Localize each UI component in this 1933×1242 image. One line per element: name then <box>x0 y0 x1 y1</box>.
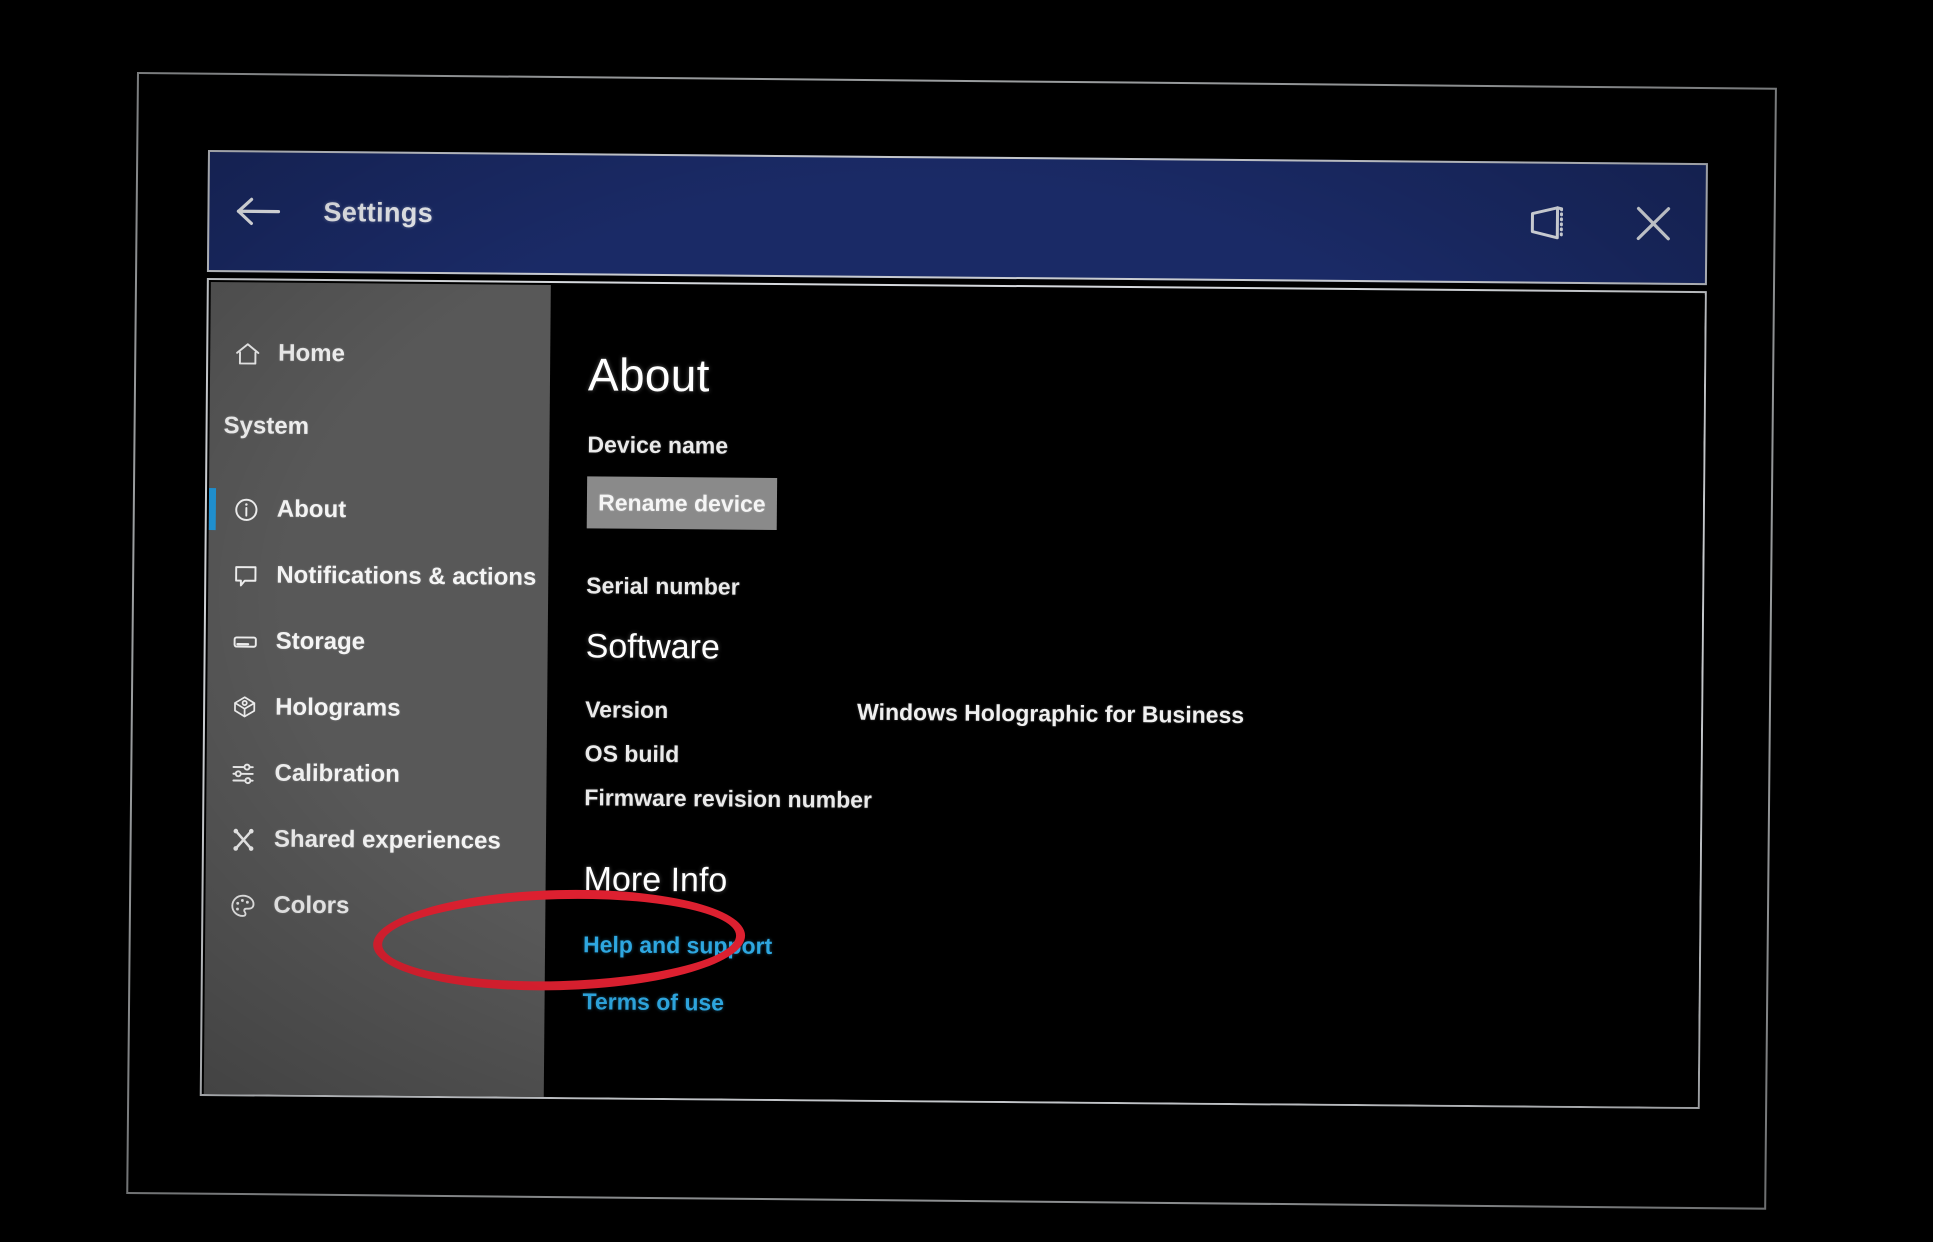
rename-device-button[interactable]: Rename device <box>586 476 778 530</box>
sidebar-item-label: Storage <box>275 627 366 656</box>
os-build-label: OS build <box>584 740 680 768</box>
titlebar-spacer <box>433 213 1497 222</box>
version-label: Version <box>585 696 669 724</box>
version-value: Windows Holographic for Business <box>857 698 1245 729</box>
window-body: Home System About Notifications & action… <box>199 277 1707 1163</box>
holograms-icon <box>231 694 275 721</box>
sidebar-item-label: Notifications & actions <box>276 561 537 591</box>
sidebar-group-label-system: System <box>223 412 310 440</box>
sliders-icon <box>230 760 274 787</box>
sidebar-item-label: Colors <box>273 891 350 920</box>
sidebar-item-label: Calibration <box>274 759 401 788</box>
settings-sidebar: Home System About Notifications & action… <box>203 282 551 1099</box>
sidebar-item-about[interactable]: About <box>208 476 550 545</box>
sidebar-item-label: About <box>276 495 347 524</box>
color-palette-icon <box>229 892 273 919</box>
window-titlebar: Settings <box>206 150 1708 286</box>
selection-indicator <box>208 488 217 531</box>
notification-icon <box>232 562 276 589</box>
sidebar-item-label: Shared experiences <box>273 825 501 855</box>
shared-experiences-icon <box>230 826 274 853</box>
storage-drive-icon <box>232 628 276 655</box>
settings-window: Settings Home System About Notifications… <box>199 150 1708 1163</box>
sidebar-item-holograms[interactable]: Holograms <box>207 674 548 743</box>
sidebar-item-notifications-and-actions[interactable]: Notifications & actions <box>208 542 549 611</box>
about-page-content: About Device name Rename device Serial n… <box>545 285 1707 1110</box>
firmware-revision-label: Firmware revision number <box>584 784 873 813</box>
sidebar-item-label: Holograms <box>275 693 401 722</box>
follow-me-window-icon[interactable] <box>1497 163 1602 282</box>
sidebar-item-colors[interactable]: Colors <box>205 872 546 941</box>
page-title: About <box>587 348 710 402</box>
sidebar-item-storage[interactable]: Storage <box>207 608 548 677</box>
sidebar-item-home[interactable]: Home <box>210 320 551 389</box>
info-icon <box>233 496 277 523</box>
sidebar-item-label: Home <box>278 339 346 368</box>
sidebar-item-calibration[interactable]: Calibration <box>206 740 547 809</box>
sidebar-item-shared-experiences[interactable]: Shared experiences <box>206 806 547 875</box>
back-arrow-icon[interactable] <box>209 152 306 271</box>
close-icon[interactable] <box>1601 164 1706 283</box>
window-title: Settings <box>323 196 434 228</box>
content-pane: Home System About Notifications & action… <box>199 277 1707 1110</box>
home-icon <box>234 340 278 367</box>
